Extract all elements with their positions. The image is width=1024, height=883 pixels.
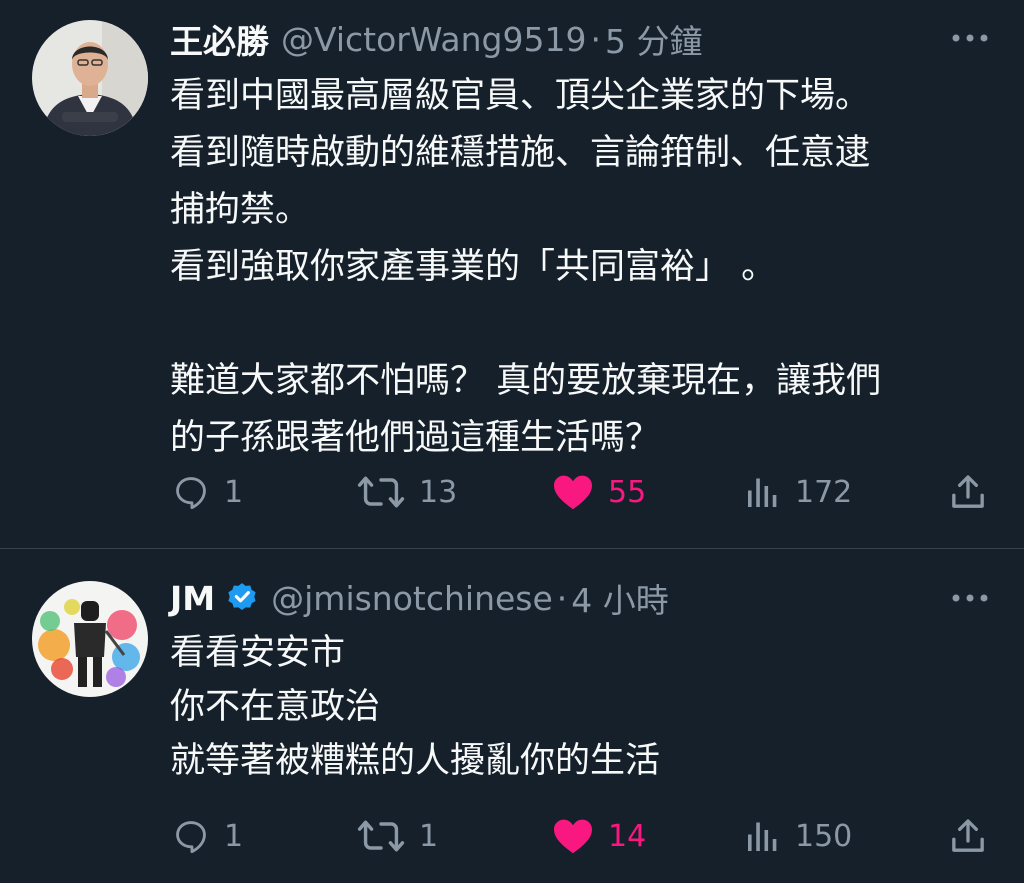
heart-icon: [554, 819, 592, 854]
tweet-text-line: 看到強取你家產事業的「共同富裕」 。: [170, 247, 777, 287]
tweet-text-line: 看看安安市: [170, 633, 346, 673]
user-handle[interactable]: @jmisnotchinese: [271, 579, 553, 618]
retweet-count: 13: [419, 474, 458, 510]
tweet[interactable]: 王必勝 @VictorWang9519 · 5 分鐘 看到中國最高層級官員、頂尖…: [0, 0, 1024, 548]
tweet-actions: 1 1 14 150: [0, 814, 1024, 858]
tweet-actions: 1 13 55 172: [0, 470, 1024, 514]
views-button[interactable]: 172: [745, 470, 852, 514]
tweet-text-line: 的子孫跟著他們過這種生活嗎？: [170, 418, 661, 458]
heart-icon: [554, 475, 592, 510]
retweet-icon: [357, 820, 405, 852]
tweet-text-line: 難道大家都不怕嗎？ 真的要放棄現在，讓我們: [170, 361, 882, 401]
verified-badge-icon: [225, 581, 259, 615]
tweet-text-line: 你不在意政治: [170, 687, 381, 727]
views-count: 150: [795, 818, 853, 854]
retweet-button[interactable]: 1: [357, 814, 438, 858]
timestamp[interactable]: 5 分鐘: [605, 15, 703, 63]
tweet-text: 看到中國最高層級官員、頂尖企業家的下場。 看到隨時啟動的維穩措施、言論箝制、任意…: [170, 68, 984, 467]
share-icon: [952, 819, 984, 852]
timestamp[interactable]: 4 小時: [571, 574, 669, 622]
share-button[interactable]: [948, 814, 988, 858]
like-count: 14: [608, 818, 647, 854]
like-button[interactable]: 55: [552, 470, 646, 514]
like-button[interactable]: 14: [552, 814, 646, 858]
reply-count: 1: [224, 474, 244, 510]
separator-dot: ·: [556, 578, 568, 618]
tweet[interactable]: JM @jmisnotchinese · 4 小時 看看安安市 你不在意政治 就…: [0, 549, 1024, 883]
display-name[interactable]: 王必勝: [170, 15, 269, 63]
retweet-button[interactable]: 13: [357, 470, 457, 514]
share-icon: [952, 475, 984, 508]
like-count: 55: [608, 474, 647, 510]
more-options-icon[interactable]: [950, 28, 990, 48]
share-button[interactable]: [948, 470, 988, 514]
views-count: 172: [795, 474, 853, 510]
display-name[interactable]: JM: [170, 579, 215, 618]
views-button[interactable]: 150: [745, 814, 852, 858]
more-options-icon[interactable]: [950, 588, 990, 608]
reply-count: 1: [224, 818, 244, 854]
reply-icon: [176, 821, 206, 854]
reply-button[interactable]: 1: [172, 814, 243, 858]
tweet-header: JM @jmisnotchinese · 4 小時: [170, 574, 944, 622]
tweet-text-line: 捕拘禁。: [170, 190, 311, 230]
views-icon: [748, 478, 777, 507]
reply-icon: [176, 477, 206, 510]
tweet-text-line: 看到中國最高層級官員、頂尖企業家的下場。: [170, 76, 871, 116]
avatar[interactable]: [32, 581, 148, 697]
retweet-count: 1: [419, 818, 439, 854]
avatar[interactable]: [32, 20, 148, 136]
views-icon: [748, 822, 777, 851]
tweet-text-line: 就等著被糟糕的人擾亂你的生活: [170, 741, 661, 781]
timeline: 王必勝 @VictorWang9519 · 5 分鐘 看到中國最高層級官員、頂尖…: [0, 0, 1024, 883]
separator-dot: ·: [590, 19, 601, 59]
reply-button[interactable]: 1: [172, 470, 243, 514]
user-handle[interactable]: @VictorWang9519: [281, 20, 586, 59]
tweet-text-line: 看到隨時啟動的維穩措施、言論箝制、任意逮: [170, 133, 871, 173]
tweet-header: 王必勝 @VictorWang9519 · 5 分鐘: [170, 15, 944, 63]
tweet-text: 看看安安市 你不在意政治 就等著被糟糕的人擾亂你的生活: [170, 626, 984, 788]
retweet-icon: [357, 476, 405, 508]
